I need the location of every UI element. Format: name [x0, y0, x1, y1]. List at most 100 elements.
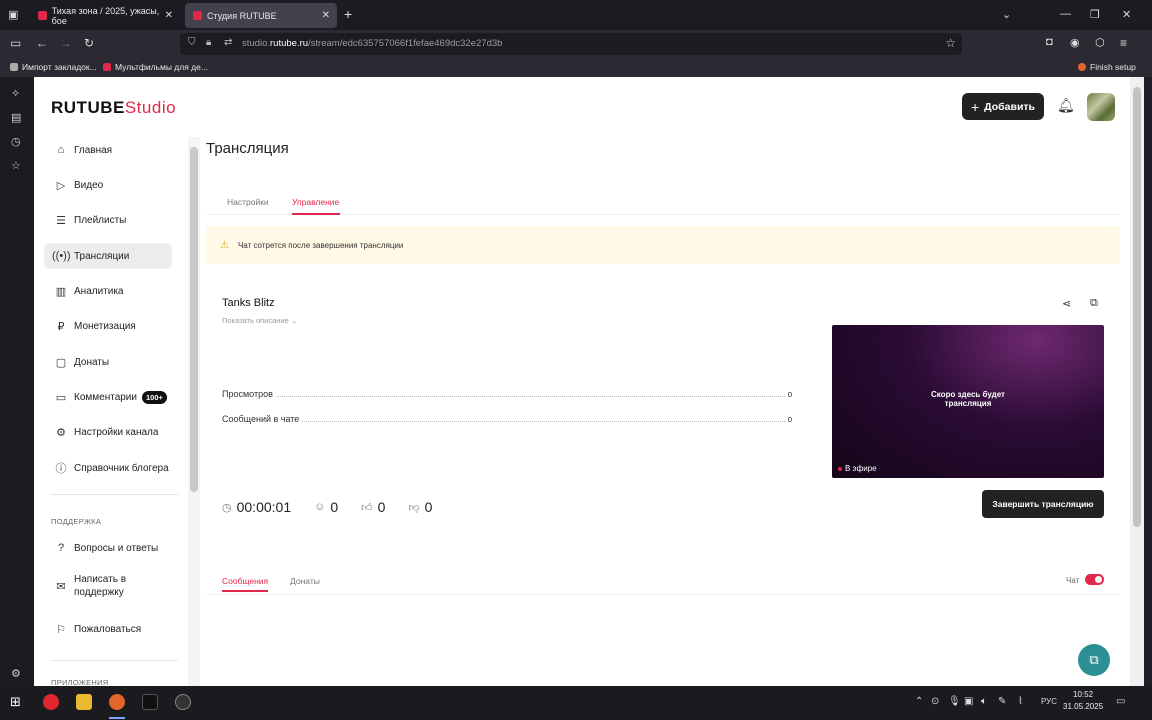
tab-messages[interactable]: Сообщения	[222, 576, 268, 586]
pen-icon[interactable]: ✎	[998, 696, 1006, 707]
close-tab-icon[interactable]: ✕	[165, 10, 173, 21]
bookmark-finish-setup[interactable]: Finish setup	[1078, 62, 1136, 72]
rutube-favicon-icon	[193, 11, 202, 20]
sidebar-item-broadcasts[interactable]: ((•)) Трансляции	[44, 243, 172, 269]
new-tab-icon[interactable]: +	[344, 6, 352, 22]
sidebar-item-video[interactable]: ▷ Видео	[44, 172, 172, 198]
window-close-icon[interactable]: ✕	[1122, 8, 1131, 21]
add-button[interactable]: + Добавить	[962, 93, 1044, 120]
clock[interactable]: 10:52 31.05.2025	[1063, 689, 1103, 713]
tab-donations[interactable]: Донаты	[290, 576, 320, 586]
sidebar-item-label: Пожаловаться	[74, 623, 142, 635]
reload-icon[interactable]: ↻	[84, 36, 94, 50]
opera-icon[interactable]	[43, 694, 59, 710]
sidebar-item-blogger-guide[interactable]: ⓘ Справочник блогера	[44, 455, 172, 481]
tray-expand-icon[interactable]: ⌃	[915, 696, 923, 707]
chat-warning-notice: ⚠ Чат сотрется после завершения трансляц…	[206, 226, 1120, 264]
network-icon[interactable]: ⌇	[1018, 696, 1023, 707]
forward-icon[interactable]: →	[60, 36, 72, 50]
account-icon[interactable]: ◉	[1070, 36, 1080, 49]
avatar[interactable]	[1087, 93, 1115, 121]
history-icon[interactable]: ◷	[11, 135, 21, 148]
active-app-indicator	[109, 717, 125, 719]
address-bar[interactable]: ⛉ 🔒︎ ⇄ studio.rutube.ru/stream/edc635757…	[180, 33, 962, 55]
firefox-icon	[1078, 63, 1086, 71]
sidebar-item-contact-support[interactable]: ✉ Написать в поддержку	[44, 569, 172, 603]
tray-app-icon[interactable]: ⊙	[931, 696, 939, 707]
show-description-toggle[interactable]: Показать описание ⌄	[222, 316, 297, 325]
pocket-icon[interactable]: ◘	[1046, 36, 1053, 48]
tab-management[interactable]: Управление	[292, 197, 339, 207]
browser-tab-2[interactable]: Студия RUTUBE ✕	[185, 3, 337, 28]
preview-text-line1: Скоро здесь будет	[931, 390, 1005, 399]
obs-icon[interactable]	[142, 694, 158, 710]
firefox-icon[interactable]	[109, 694, 125, 710]
import-icon	[10, 63, 18, 71]
clock-icon: ◷	[222, 501, 232, 514]
share-icon[interactable]: ⋖	[1062, 297, 1071, 310]
restore-icon[interactable]: ❐	[1090, 8, 1100, 21]
synced-tabs-icon[interactable]: ▤	[11, 111, 21, 124]
sidebar-item-monetization[interactable]: ₽ Монетизация	[44, 313, 172, 339]
live-label: В эфире	[845, 464, 877, 473]
browser-tabbar: ▣ Тихая зона / 2025, ужасы, бое ✕ Студия…	[0, 0, 1152, 30]
lock-icon[interactable]: 🔒︎	[206, 37, 211, 48]
sidebar-toggle-icon[interactable]: ▭	[10, 36, 21, 50]
external-link-icon[interactable]: ⧉	[1090, 297, 1098, 310]
toggle-knob	[1095, 576, 1102, 583]
page-scrollbar-thumb[interactable]	[1133, 87, 1141, 527]
sidebar-item-home[interactable]: ⌂ Главная	[44, 137, 172, 163]
sidebar-item-faq[interactable]: ? Вопросы и ответы	[44, 535, 172, 561]
sidebar-scrollbar[interactable]	[188, 137, 200, 686]
stream-preview[interactable]: Скоро здесь будет трансляция В эфире	[832, 325, 1104, 478]
bookmark-cartoons[interactable]: Мультфильмы для де...	[103, 62, 208, 72]
show-description-label: Показать описание	[222, 316, 289, 325]
sidebar-item-report[interactable]: ⚐ Пожаловаться	[44, 616, 172, 642]
speedometer-app-icon[interactable]	[175, 694, 191, 710]
browser-navbar: ▭ ← → ↻ ⛉ 🔒︎ ⇄ studio.rutube.ru/stream/e…	[0, 30, 1152, 58]
tab-overflow-chevron-icon[interactable]: ⌄	[1002, 8, 1011, 21]
camera-icon[interactable]: ▣	[964, 696, 973, 707]
clock-date: 31.05.2025	[1063, 702, 1104, 711]
rutube-favicon-icon	[103, 63, 111, 71]
sidebar-item-label: Написать в поддержку	[74, 574, 127, 598]
dislikes-value: 0	[424, 499, 433, 515]
permissions-icon[interactable]: ⇄	[224, 37, 232, 48]
sidebar-item-comments[interactable]: ▭ Комментарии 100+	[44, 384, 184, 410]
rutube-studio-logo[interactable]: RUTUBEStudio	[51, 98, 176, 118]
tab-list-icon[interactable]: ▣	[8, 8, 18, 21]
extensions-icon[interactable]: ⬡	[1095, 36, 1105, 49]
customize-sidebar-icon[interactable]: ⚙	[11, 667, 21, 680]
chat-toggle[interactable]	[1085, 574, 1104, 585]
bookmark-star-icon[interactable]: ☆	[945, 36, 956, 50]
file-explorer-icon[interactable]	[76, 694, 92, 710]
close-tab-icon[interactable]: ✕	[322, 10, 330, 21]
sidebar-item-playlists[interactable]: ☰ Плейлисты	[44, 207, 172, 233]
bookmarks-icon[interactable]: ☆	[11, 159, 21, 172]
windows-start-icon[interactable]: ⊞	[10, 694, 21, 710]
sidebar-item-analytics[interactable]: ▥ Аналитика	[44, 278, 172, 304]
finish-stream-button[interactable]: Завершить трансляцию	[982, 490, 1104, 518]
menu-icon[interactable]: ≡	[1120, 36, 1127, 50]
sidebar-divider	[50, 660, 178, 661]
help-chat-fab-icon[interactable]: ⧉	[1078, 644, 1110, 676]
language-indicator[interactable]: РУС	[1041, 697, 1057, 706]
bell-icon[interactable]: 🔔︎	[1057, 97, 1075, 114]
microphone-icon[interactable]: 🎙︎	[948, 696, 961, 707]
sidebar-item-channel-settings[interactable]: ⚙ Настройки канала	[44, 419, 172, 445]
page-scrollbar[interactable]	[1130, 77, 1144, 686]
ai-chatbot-icon[interactable]: ✧	[11, 87, 20, 100]
minimize-icon[interactable]: —	[1060, 8, 1071, 20]
browser-tab-1[interactable]: Тихая зона / 2025, ужасы, бое ✕	[30, 3, 180, 28]
sidebar-item-donations[interactable]: ▢ Донаты	[44, 349, 172, 375]
tab-settings[interactable]: Настройки	[227, 197, 269, 207]
chat-divider	[206, 594, 1120, 595]
sidebar-scrollbar-thumb[interactable]	[190, 147, 198, 492]
sidebar-item-label: Монетизация	[74, 320, 136, 332]
back-icon[interactable]: ←	[36, 36, 48, 50]
shield-icon[interactable]: ⛉	[188, 37, 196, 48]
clock-time: 10:52	[1073, 690, 1094, 699]
notifications-icon[interactable]: ▭	[1116, 696, 1125, 707]
bookmark-import[interactable]: Импорт закладок...	[10, 62, 97, 72]
volume-icon[interactable]: 🔈︎	[981, 696, 987, 707]
